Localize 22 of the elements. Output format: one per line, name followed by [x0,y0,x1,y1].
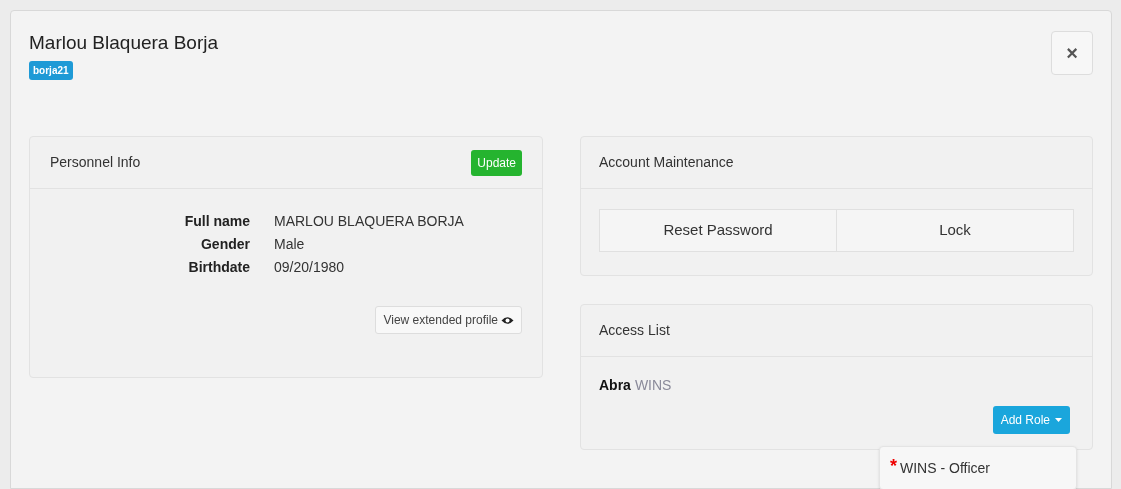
panel-heading: Personnel Info [50,153,141,172]
eye-icon [501,315,514,325]
modal-title: Marlou Blaquera Borja [29,31,219,55]
field-label: Gender [200,235,250,254]
field-value: 09/20/1980 [274,258,346,277]
required-asterisk: * [890,457,897,474]
view-extended-profile-button[interactable]: View extended profile [375,306,522,334]
role-label: WINS - Officer [900,458,990,478]
dropdown-item[interactable]: * WINS - Officer [880,457,1076,479]
panel-heading: Account Maintenance [599,153,734,172]
field-label: Birthdate [187,258,250,277]
field-value: MARLOU BLAQUERA BORJA [274,212,465,231]
account-action-button[interactable]: Reset Password [599,209,837,252]
system-name: WINS [634,376,672,395]
account-action-button[interactable]: Lock [837,209,1074,252]
username-badge: borja21 [29,61,73,80]
field-value: Male [274,235,306,254]
field-label: Full name [183,212,250,231]
organization-name: Abra [599,376,631,395]
close-button[interactable]: × [1051,31,1093,75]
panel-heading: Access List [599,321,670,340]
caret-icon [1055,418,1062,422]
